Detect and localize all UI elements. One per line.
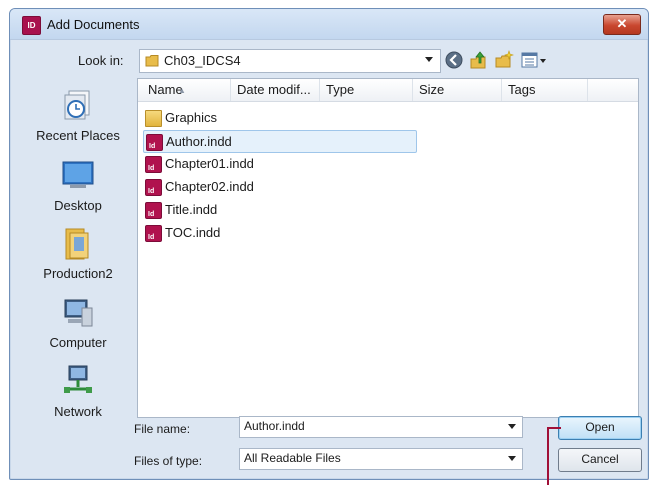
chevron-down-icon bbox=[508, 456, 516, 461]
file-name: TOC.indd bbox=[165, 225, 221, 240]
back-icon[interactable] bbox=[444, 50, 464, 70]
places-bar: Recent Places Desktop Production2 Comput… bbox=[20, 75, 136, 420]
column-header-type[interactable]: Type bbox=[320, 79, 413, 101]
place-recent-places[interactable]: Recent Places bbox=[20, 87, 136, 143]
file-row-chapter02[interactable]: Chapter02.indd bbox=[143, 176, 315, 202]
add-documents-dialog: ID Add Documents ✕ Look in: Ch03_IDCS4 R… bbox=[9, 8, 649, 480]
file-name: Title.indd bbox=[165, 202, 218, 217]
file-type-value: All Readable Files bbox=[244, 451, 341, 465]
indesign-file-icon bbox=[145, 179, 162, 202]
network-icon bbox=[64, 365, 92, 393]
place-production2[interactable]: Production2 bbox=[20, 225, 136, 281]
new-folder-icon[interactable] bbox=[494, 50, 514, 70]
look-in-dropdown[interactable]: Ch03_IDCS4 bbox=[139, 49, 441, 73]
column-header-tags[interactable]: Tags bbox=[502, 79, 588, 101]
file-name: Graphics bbox=[165, 110, 218, 125]
file-type-select[interactable]: All Readable Files bbox=[239, 448, 523, 470]
place-computer[interactable]: Computer bbox=[20, 294, 136, 350]
close-button[interactable]: ✕ bbox=[603, 14, 641, 35]
place-label: Desktop bbox=[54, 198, 102, 213]
file-row-toc[interactable]: TOC.indd bbox=[143, 222, 285, 248]
computer-icon bbox=[64, 299, 93, 327]
indesign-file-icon bbox=[145, 225, 162, 248]
column-header-size[interactable]: Size bbox=[413, 79, 502, 101]
column-header-date[interactable]: Date modif... bbox=[231, 79, 320, 101]
place-label: Computer bbox=[49, 335, 107, 350]
chevron-down-icon bbox=[425, 57, 433, 62]
file-row-author[interactable]: Author.indd bbox=[143, 130, 417, 157]
place-desktop[interactable]: Desktop bbox=[20, 157, 136, 213]
file-list[interactable]: ▲ Name Date modif... Type Size Tags Grap… bbox=[137, 78, 639, 418]
place-label: Network bbox=[54, 404, 102, 419]
column-header-name[interactable]: ▲ Name bbox=[138, 79, 231, 101]
look-in-label: Look in: bbox=[78, 53, 124, 68]
place-label: Recent Places bbox=[36, 128, 120, 143]
file-name-input[interactable]: Author.indd bbox=[239, 416, 523, 438]
file-name: Chapter01.indd bbox=[165, 156, 254, 171]
callout-line bbox=[547, 427, 549, 485]
file-name: Chapter02.indd bbox=[165, 179, 254, 194]
file-name-label: File name: bbox=[134, 422, 191, 436]
recent-places-icon bbox=[64, 90, 90, 120]
column-header-row: ▲ Name Date modif... Type Size Tags bbox=[138, 79, 638, 102]
up-folder-icon[interactable] bbox=[468, 50, 488, 70]
dialog-title: Add Documents bbox=[47, 17, 140, 32]
file-type-label: Files of type: bbox=[134, 454, 203, 468]
place-network[interactable]: Network bbox=[20, 363, 136, 419]
desktop-icon bbox=[62, 161, 94, 188]
sort-up-icon: ▲ bbox=[178, 86, 186, 95]
folder-icon bbox=[145, 110, 162, 127]
folder-icon bbox=[145, 55, 159, 67]
file-row-title[interactable]: Title.indd bbox=[143, 199, 285, 225]
look-in-value: Ch03_IDCS4 bbox=[164, 53, 241, 68]
indesign-file-icon bbox=[145, 156, 162, 179]
views-menu-icon[interactable] bbox=[520, 50, 548, 70]
file-name: Author.indd bbox=[166, 134, 232, 149]
indesign-file-icon bbox=[146, 134, 163, 157]
callout-pointer bbox=[547, 427, 561, 429]
title-bar[interactable]: ID Add Documents ✕ bbox=[10, 9, 648, 40]
file-name-value: Author.indd bbox=[244, 419, 305, 433]
file-row-chapter01[interactable]: Chapter01.indd bbox=[143, 153, 315, 179]
indesign-file-icon bbox=[145, 202, 162, 225]
user-folder-icon bbox=[65, 228, 89, 260]
chevron-down-icon[interactable] bbox=[508, 424, 516, 429]
cancel-button[interactable]: Cancel bbox=[558, 448, 642, 472]
place-label: Production2 bbox=[43, 266, 113, 281]
open-button[interactable]: Open bbox=[558, 416, 642, 440]
file-row-graphics[interactable]: Graphics bbox=[143, 107, 285, 128]
indesign-app-icon: ID bbox=[22, 16, 41, 35]
